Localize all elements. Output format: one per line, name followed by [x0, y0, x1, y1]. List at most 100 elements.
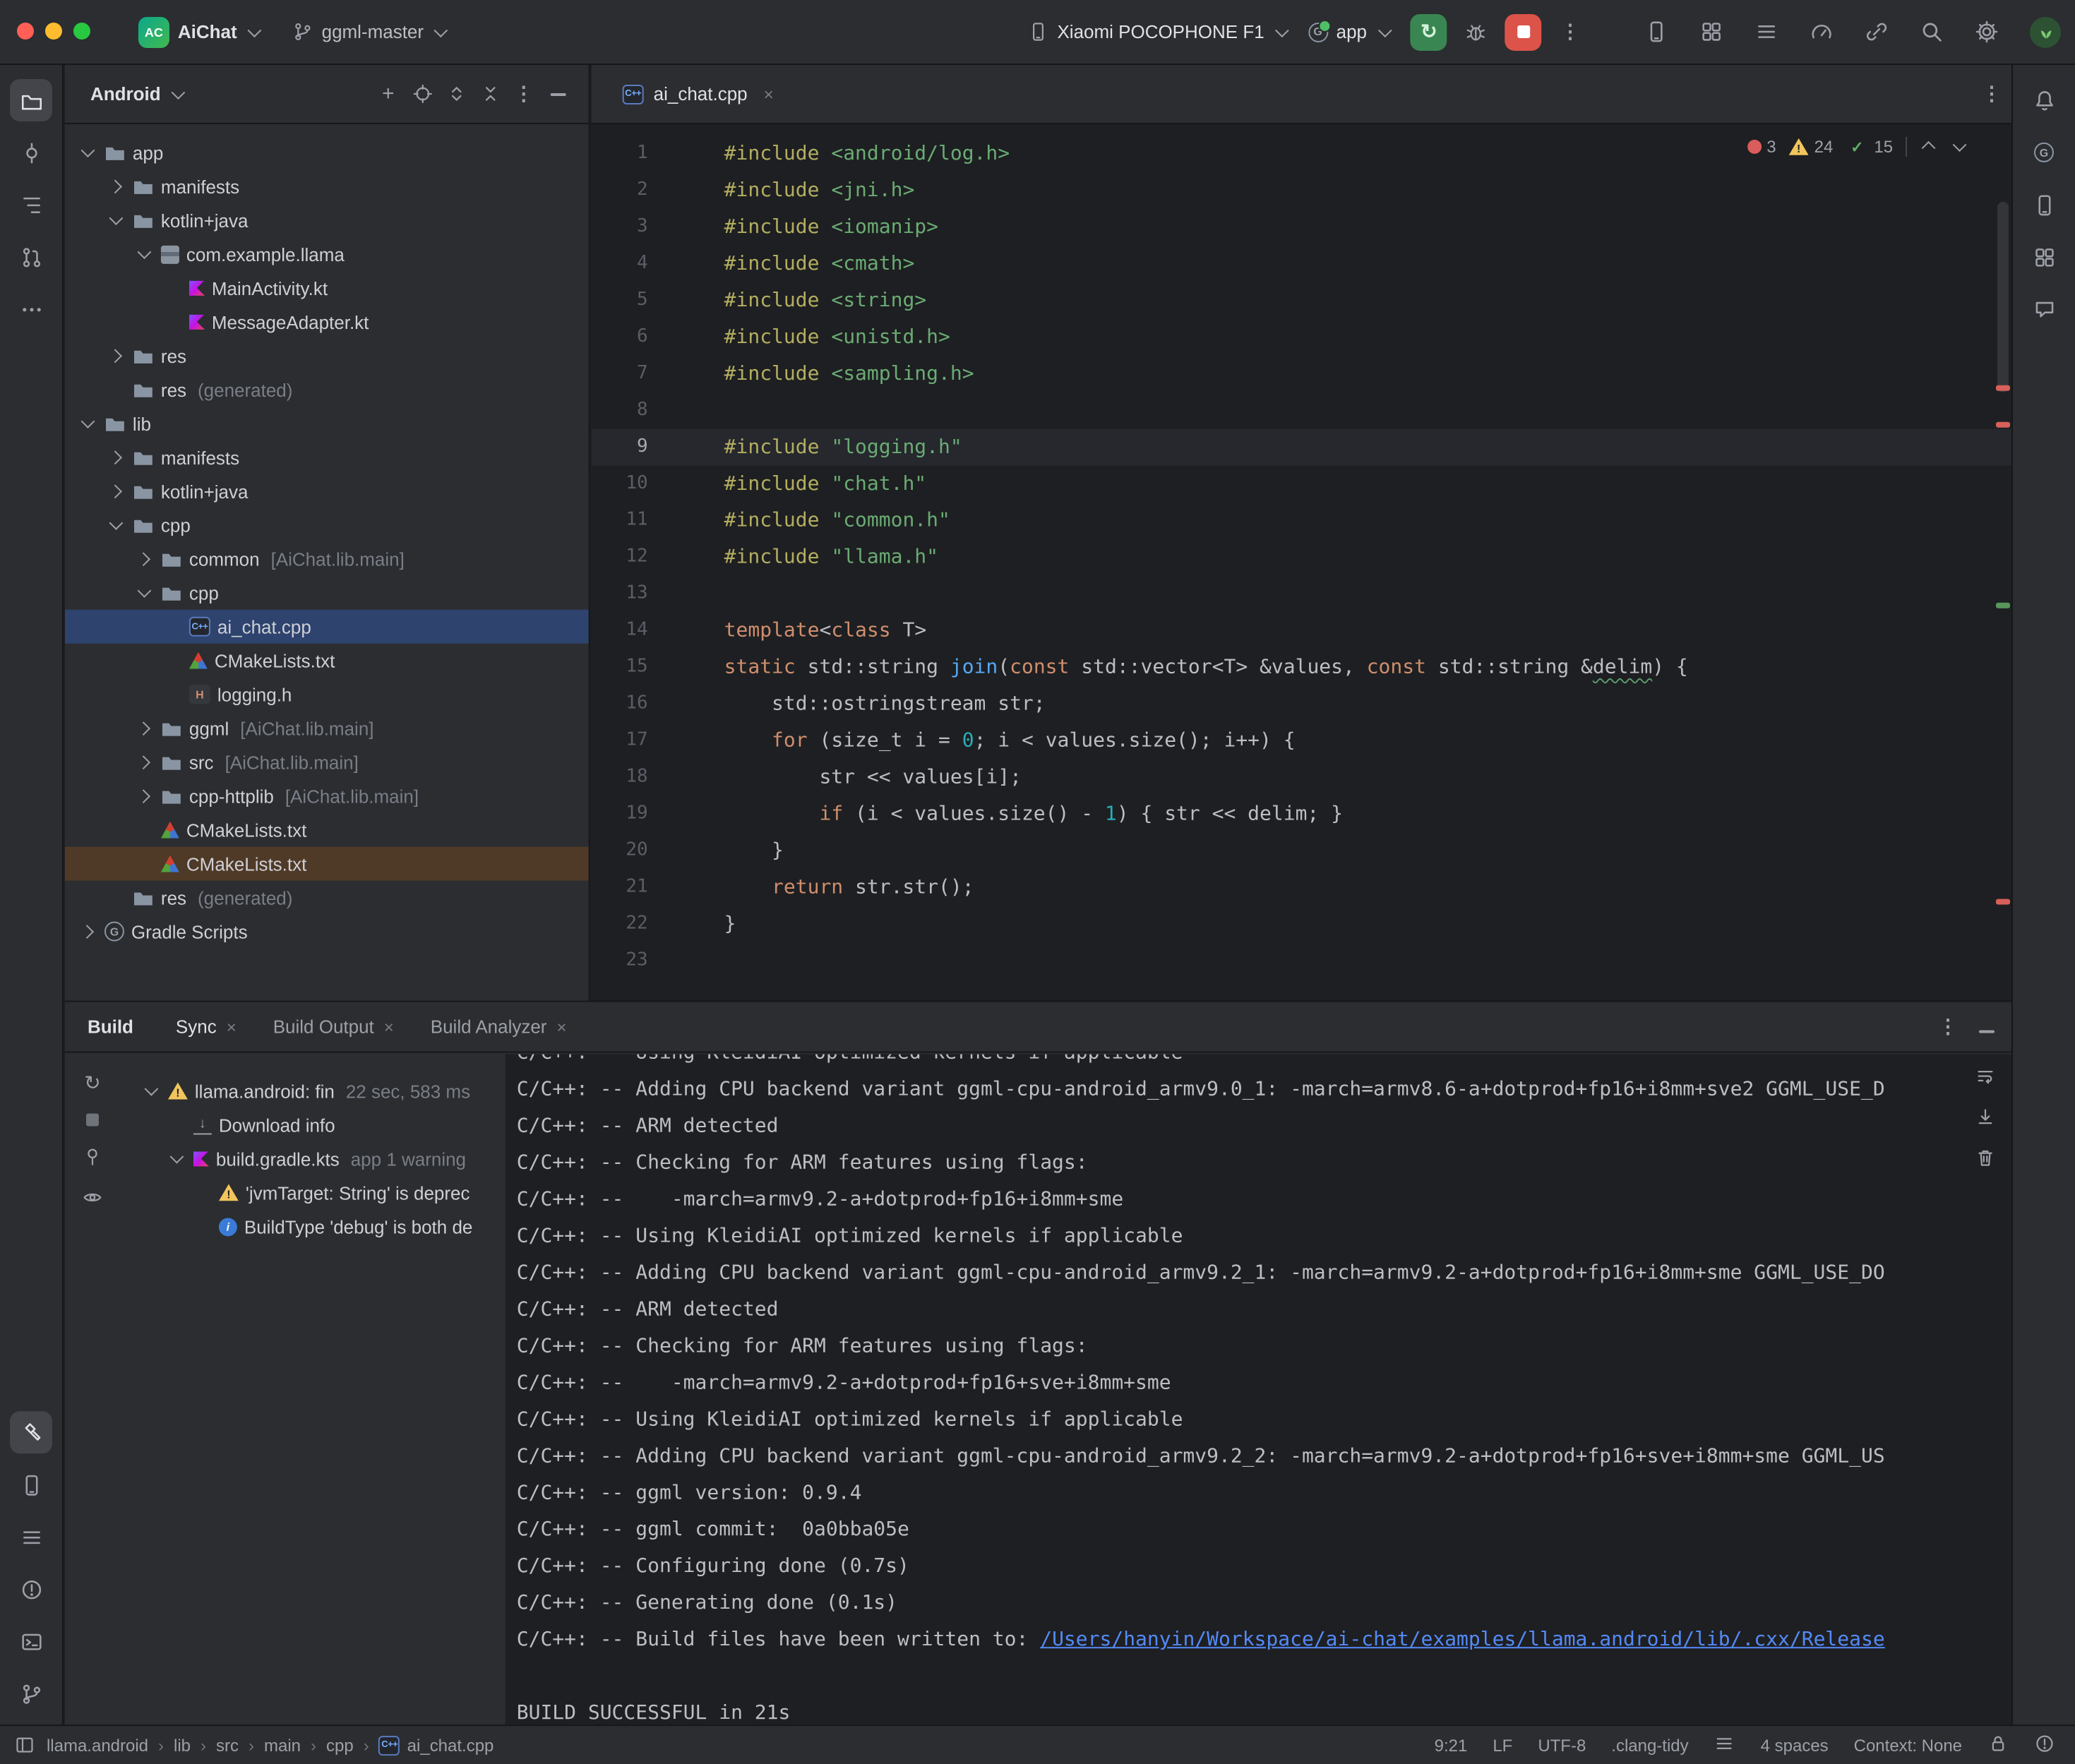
pull-requests-tool-button[interactable] [10, 236, 52, 278]
sync-tree-item[interactable]: iBuildType 'debug' is both de [120, 1209, 506, 1243]
code-line-16[interactable]: 16 std::ostringstream str; [592, 686, 2011, 723]
code-editor[interactable]: 3 !24 ✓15 1#include <android/log.h>2#inc… [592, 124, 2011, 1001]
chevron-down-icon[interactable] [107, 211, 126, 229]
more-tool-windows-button[interactable] [10, 288, 52, 330]
editor-scrollbar[interactable] [1997, 202, 2009, 392]
code-with-me-icon[interactable] [1865, 20, 1889, 44]
code-style-icon[interactable] [1714, 1732, 1735, 1758]
chevron-right-icon[interactable] [136, 719, 154, 738]
status-problems-icon[interactable] [2034, 1732, 2055, 1758]
editor-tabs-menu[interactable]: ⋮ [1972, 83, 2011, 105]
version-control-tool-button[interactable] [10, 1672, 52, 1715]
breadcrumb-src[interactable]: src [216, 1735, 239, 1755]
tree-item-manifests[interactable]: manifests [65, 169, 589, 203]
tree-item-kotlin-java[interactable]: kotlin+java [65, 474, 589, 508]
locate-file-button[interactable] [405, 77, 439, 111]
close-tab-icon[interactable]: × [556, 1016, 566, 1036]
chevron-right-icon[interactable] [79, 923, 97, 941]
problems-tool-button[interactable] [10, 1568, 52, 1610]
code-line-18[interactable]: 18 str << values[i]; [592, 760, 2011, 796]
tree-item-ggml[interactable]: ggml[AiChat.lib.main] [65, 712, 589, 745]
search-everywhere-icon[interactable] [1920, 20, 1944, 44]
errors-count[interactable]: 3 [1747, 137, 1776, 157]
sync-tree-item[interactable]: ↓Download info [120, 1108, 506, 1141]
indent-style[interactable]: 4 spaces [1761, 1735, 1829, 1755]
preview-icon[interactable] [82, 1187, 103, 1212]
clang-tidy-status[interactable]: .clang-tidy [1611, 1735, 1688, 1755]
file-encoding[interactable]: UTF-8 [1538, 1735, 1586, 1755]
code-line-12[interactable]: 12#include "llama.h" [592, 539, 2011, 576]
build-console[interactable]: C/C++: -- Using KleidiAI optimized kerne… [506, 1054, 2011, 1724]
chevron-down-icon[interactable] [143, 1081, 161, 1100]
chevron-right-icon[interactable] [107, 448, 126, 467]
code-line-15[interactable]: 15static std::string join(const std::vec… [592, 649, 2011, 686]
terminal-tool-button[interactable] [10, 1620, 52, 1662]
code-line-20[interactable]: 20 } [592, 833, 2011, 870]
tree-item-manifests[interactable]: manifests [65, 440, 589, 474]
code-line-10[interactable]: 10#include "chat.h" [592, 466, 2011, 503]
sync-tree-item[interactable]: !llama.android: fin22 sec, 583 ms [120, 1074, 506, 1108]
debug-button[interactable] [1464, 20, 1488, 44]
device-mirroring-icon[interactable] [1644, 20, 1668, 44]
chevron-right-icon[interactable] [136, 550, 154, 568]
stop-button[interactable] [1505, 13, 1542, 50]
chevron-down-icon[interactable] [79, 414, 97, 433]
tree-item-ai-chat-cpp[interactable]: C++ai_chat.cpp [65, 610, 589, 644]
code-line-7[interactable]: 7#include <sampling.h> [592, 356, 2011, 392]
project-options-menu[interactable]: ⋮ [507, 77, 541, 111]
profiler-icon[interactable] [1810, 20, 1834, 44]
chevron-down-icon[interactable] [136, 584, 154, 602]
run-configuration-selector[interactable]: G app [1308, 21, 1394, 42]
running-devices-tool-button[interactable] [2023, 184, 2065, 226]
passed-inspections-count[interactable]: ✓15 [1846, 136, 1893, 158]
chevron-down-icon[interactable] [169, 85, 188, 103]
tree-item-app[interactable]: app [65, 136, 589, 169]
profile-avatar[interactable] [2030, 16, 2061, 47]
close-tab-icon[interactable]: × [227, 1016, 237, 1036]
caret-position[interactable]: 9:21 [1435, 1735, 1468, 1755]
assistant-tool-button[interactable] [2023, 288, 2065, 330]
logcat-tool-button[interactable] [10, 1516, 52, 1558]
code-line-2[interactable]: 2#include <jni.h> [592, 172, 2011, 209]
error-stripe-mark[interactable] [1996, 422, 2010, 428]
tree-item-cpp-httplib[interactable]: cpp-httplib[AiChat.lib.main] [65, 779, 589, 813]
inspections-widget[interactable]: 3 !24 ✓15 [1747, 136, 1969, 158]
close-tab-icon[interactable]: × [384, 1016, 394, 1036]
close-tab-icon[interactable]: × [758, 83, 780, 105]
device-manager-tool-button[interactable] [10, 1463, 52, 1506]
code-line-4[interactable]: 4#include <cmath> [592, 246, 2011, 282]
error-stripe-mark[interactable] [1996, 899, 2010, 905]
code-line-14[interactable]: 14template<class T> [592, 613, 2011, 649]
build-tool-button[interactable] [10, 1411, 52, 1453]
code-line-19[interactable]: 19 if (i < values.size() - 1) { str << d… [592, 796, 2011, 833]
tree-item-lib[interactable]: lib [65, 407, 589, 440]
tree-item-messageadapter-kt[interactable]: MessageAdapter.kt [65, 305, 589, 339]
tree-item-cmakelists-txt[interactable]: CMakeLists.txt [65, 644, 589, 678]
lock-icon[interactable] [1987, 1732, 2009, 1758]
breadcrumb-cpp[interactable]: cpp [326, 1735, 354, 1755]
chevron-right-icon[interactable] [107, 482, 126, 500]
tree-item-src[interactable]: src[AiChat.lib.main] [65, 745, 589, 779]
tree-item-res[interactable]: res(generated) [65, 881, 589, 915]
gradle-tool-button[interactable]: G [2023, 131, 2065, 174]
code-line-3[interactable]: 3#include <iomanip> [592, 209, 2011, 246]
window-layout-icon[interactable] [14, 1734, 35, 1756]
device-selector[interactable]: Xiaomi POCOPHONE F1 [1027, 21, 1291, 42]
code-line-9[interactable]: 9#include "logging.h" [592, 429, 2011, 466]
tree-item-cmakelists-txt[interactable]: CMakeLists.txt [65, 813, 589, 847]
tree-item-cpp[interactable]: cpp [65, 576, 589, 610]
code-line-21[interactable]: 21 return str.str(); [592, 870, 2011, 906]
previous-problem-icon[interactable] [1920, 138, 1938, 156]
build-tab-build-analyzer[interactable]: Build Analyzer× [431, 1002, 567, 1052]
maximize-window-button[interactable] [73, 23, 90, 40]
minimize-build-panel-button[interactable] [1979, 1016, 1995, 1037]
breadcrumb-main[interactable]: main [264, 1735, 301, 1755]
resource-manager-icon[interactable] [1699, 20, 1723, 44]
hide-panel-button[interactable] [541, 77, 575, 111]
project-tool-button[interactable] [10, 79, 52, 121]
tree-item-res[interactable]: res(generated) [65, 373, 589, 407]
chevron-down-icon[interactable] [107, 516, 126, 534]
code-line-13[interactable]: 13 [592, 576, 2011, 613]
sync-tree-item[interactable]: build.gradle.ktsapp 1 warning [120, 1141, 506, 1175]
app-quality-insights-tool-button[interactable] [2023, 236, 2065, 278]
